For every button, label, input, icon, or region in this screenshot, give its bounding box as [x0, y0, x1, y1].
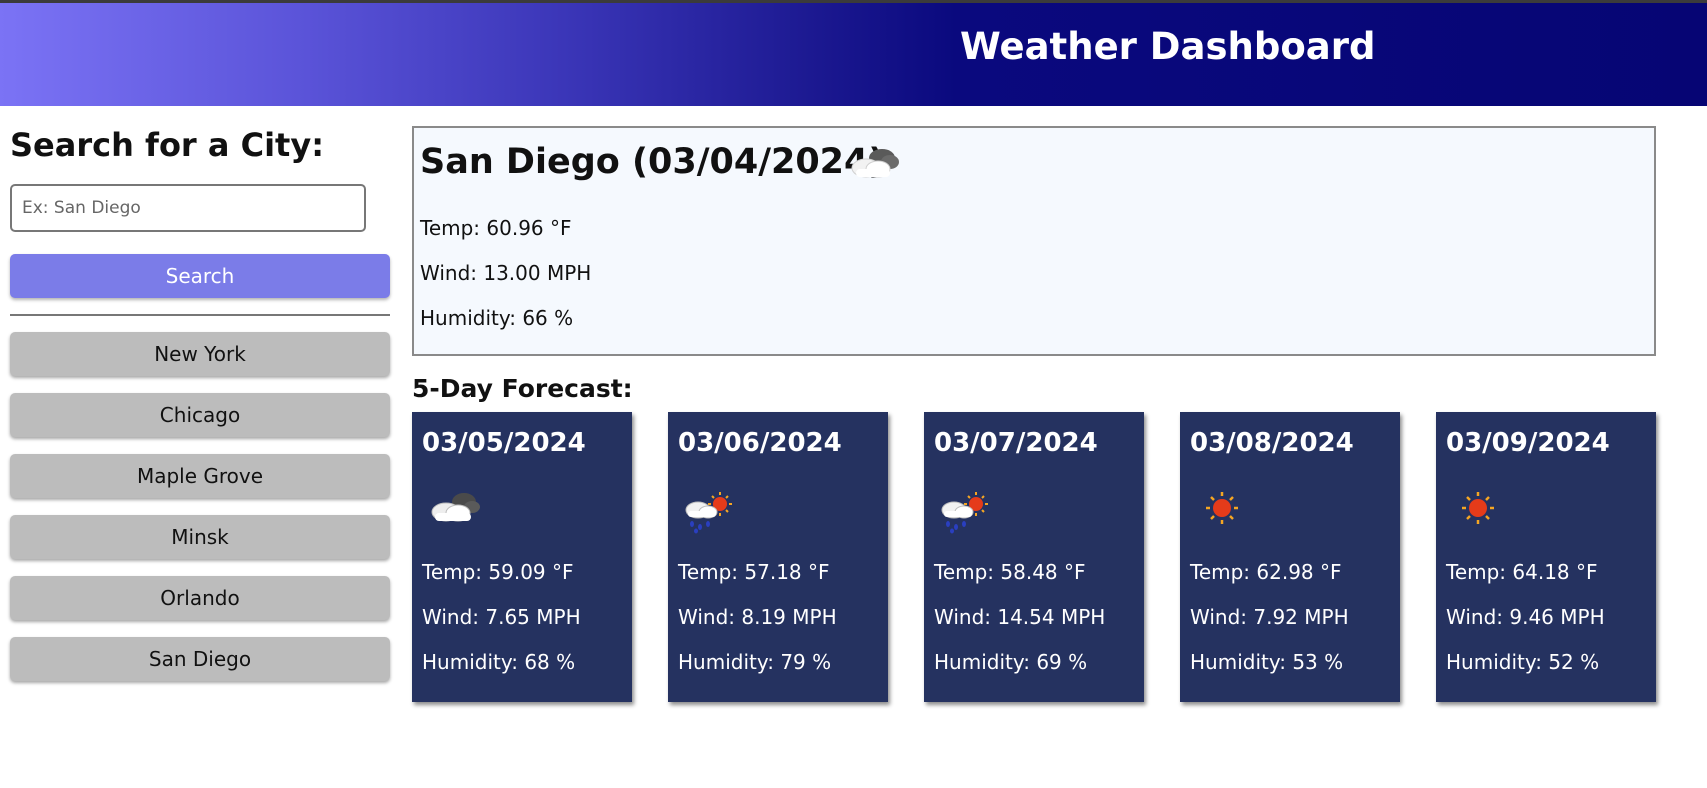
sidebar-divider [10, 314, 390, 316]
current-weather-panel: San Diego (03/04/2024) Temp: 60.96 °F Wi… [412, 126, 1656, 356]
rain-sun-icon [934, 482, 998, 534]
forecast-card: 03/05/2024 Temp: 59.09 °F Wind: 7.65 MPH… [412, 412, 632, 702]
app-header: Weather Dashboard [0, 3, 1707, 106]
forecast-date: 03/07/2024 [934, 428, 1098, 458]
forecast-humidity: Humidity: 53 % [1190, 650, 1344, 674]
current-temp: Temp: 60.96 °F [420, 216, 572, 240]
search-button[interactable]: Search [10, 254, 390, 298]
forecast-date: 03/06/2024 [678, 428, 842, 458]
forecast-humidity: Humidity: 69 % [934, 650, 1088, 674]
forecast-humidity: Humidity: 52 % [1446, 650, 1600, 674]
history-city-button[interactable]: Chicago [10, 393, 390, 437]
history-city-button[interactable]: San Diego [10, 637, 390, 681]
forecast-card: 03/09/2024 Temp: 64.18 °F Wind: 9.46 MPH… [1436, 412, 1656, 702]
search-heading: Search for a City: [10, 126, 324, 164]
forecast-card: 03/07/2024 Temp: 58.48 °F Wind: 14.54 MP… [924, 412, 1144, 702]
page-title: Weather Dashboard [960, 25, 1376, 68]
forecast-temp: Temp: 58.48 °F [934, 560, 1086, 584]
forecast-cards: 03/05/2024 Temp: 59.09 °F Wind: 7.65 MPH… [412, 412, 1656, 702]
cloud-icon [844, 142, 904, 182]
cloud-icon [422, 482, 486, 534]
forecast-temp: Temp: 59.09 °F [422, 560, 574, 584]
history-city-button[interactable]: New York [10, 332, 390, 376]
history-city-button[interactable]: Minsk [10, 515, 390, 559]
forecast-card: 03/06/2024 Temp: 57.18 °F Wind: 8.19 MPH… [668, 412, 888, 702]
current-city-title: San Diego (03/04/2024) [420, 142, 885, 182]
current-wind: Wind: 13.00 MPH [420, 261, 592, 285]
forecast-wind: Wind: 7.65 MPH [422, 605, 581, 629]
forecast-wind: Wind: 14.54 MPH [934, 605, 1106, 629]
history-city-button[interactable]: Maple Grove [10, 454, 390, 498]
forecast-humidity: Humidity: 79 % [678, 650, 832, 674]
forecast-date: 03/08/2024 [1190, 428, 1354, 458]
rain-sun-icon [678, 482, 742, 534]
forecast-wind: Wind: 8.19 MPH [678, 605, 837, 629]
forecast-heading: 5-Day Forecast: [412, 374, 633, 403]
forecast-wind: Wind: 9.46 MPH [1446, 605, 1605, 629]
forecast-card: 03/08/2024 Temp: 62.98 °F Wind: 7.92 MPH… [1180, 412, 1400, 702]
forecast-temp: Temp: 64.18 °F [1446, 560, 1598, 584]
forecast-date: 03/05/2024 [422, 428, 586, 458]
city-search-input[interactable] [10, 184, 366, 232]
forecast-date: 03/09/2024 [1446, 428, 1610, 458]
forecast-wind: Wind: 7.92 MPH [1190, 605, 1349, 629]
sun-icon [1190, 482, 1254, 534]
sun-icon [1446, 482, 1510, 534]
history-city-button[interactable]: Orlando [10, 576, 390, 620]
current-humidity: Humidity: 66 % [420, 306, 574, 330]
forecast-temp: Temp: 62.98 °F [1190, 560, 1342, 584]
forecast-temp: Temp: 57.18 °F [678, 560, 830, 584]
forecast-humidity: Humidity: 68 % [422, 650, 576, 674]
search-history: New York Chicago Maple Grove Minsk Orlan… [10, 332, 390, 698]
